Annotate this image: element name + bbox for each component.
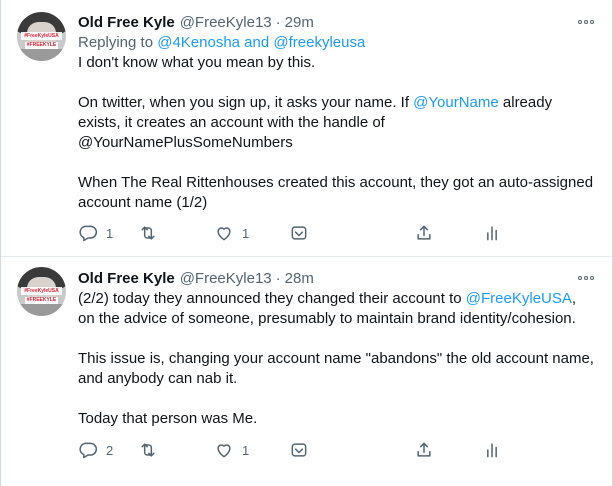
tweet-paragraph: On twitter, when you sign up, it asks yo…: [78, 94, 553, 151]
user-handle[interactable]: @FreeKyle13: [180, 14, 272, 31]
display-name[interactable]: Old Free Kyle: [78, 270, 175, 287]
avatar-caption-1: #FreeKyleUSA: [21, 32, 62, 40]
heart-icon: [217, 227, 231, 241]
reply-button[interactable]: 2: [78, 439, 113, 461]
share-icon: [417, 442, 431, 457]
analytics-icon: [487, 443, 497, 458]
tweet-paragraph: I don't know what you mean by this.: [78, 54, 316, 71]
retweet-icon: [141, 226, 155, 240]
tweet-paragraph: (2/2) today they announced they changed …: [78, 290, 577, 327]
retweet-button[interactable]: [138, 439, 166, 461]
analytics-button[interactable]: [482, 439, 502, 461]
share-button[interactable]: [414, 222, 434, 244]
tweet-paragraph: This issue is, changing your account nam…: [78, 350, 594, 387]
avatar-caption-1: #FreeKyleUSA: [21, 287, 62, 295]
reply-icon: [79, 225, 98, 242]
heart-icon: [217, 444, 231, 458]
tweet-content: Old Free Kyle @FreeKyle13 · 29m Replying…: [78, 12, 596, 213]
action-bar: 1 1: [78, 222, 596, 244]
avatar[interactable]: #FreeKyleUSA #FREEKYLE: [17, 267, 66, 316]
avatar-caption-2: #FREEKYLE: [25, 42, 58, 49]
tip-button[interactable]: [289, 439, 309, 461]
tweet-paragraph: Today that person was Me.: [78, 410, 258, 427]
tweet-header: Old Free Kyle @FreeKyle13 · 29m: [78, 12, 596, 32]
like-button[interactable]: 1: [214, 222, 249, 244]
mention-link[interactable]: @FreeKyleUSA: [466, 290, 572, 307]
more-options-icon[interactable]: [576, 270, 596, 286]
replying-to: Replying to @4Kenosha and @freekyleusa: [78, 33, 596, 53]
reply-count: 1: [106, 225, 114, 241]
tweet-1[interactable]: #FreeKyleUSA #FREEKYLE Old Free Kyle @Fr…: [1, 0, 612, 257]
timestamp[interactable]: 29m: [285, 14, 314, 31]
analytics-icon: [487, 226, 497, 241]
tweet-2[interactable]: #FreeKyleUSA #FREEKYLE Old Free Kyle @Fr…: [1, 257, 612, 486]
avatar-caption-2: #FREEKYLE: [25, 297, 58, 304]
share-button[interactable]: [414, 439, 434, 461]
avatar[interactable]: #FreeKyleUSA #FREEKYLE: [17, 12, 66, 61]
reply-button[interactable]: 1: [78, 222, 113, 244]
replying-prefix: Replying to: [78, 34, 154, 51]
analytics-button[interactable]: [482, 222, 502, 244]
like-count: 1: [242, 225, 250, 241]
reply-count: 2: [106, 442, 114, 458]
tweet-header: Old Free Kyle @FreeKyle13 · 28m: [78, 268, 596, 288]
user-handle[interactable]: @FreeKyle13: [180, 270, 272, 287]
tweet-thread: #FreeKyleUSA #FREEKYLE Old Free Kyle @Fr…: [0, 0, 613, 486]
tip-jar-icon: [291, 443, 307, 457]
tweet-paragraph: When The Real Rittenhouses created this …: [78, 174, 594, 211]
replying-to-link[interactable]: @4Kenosha and @freekyleusa: [157, 34, 365, 51]
more-options-icon[interactable]: [576, 14, 596, 30]
retweet-button[interactable]: [138, 222, 166, 244]
like-button[interactable]: 1: [214, 439, 249, 461]
mention-link[interactable]: @YourName: [413, 94, 499, 111]
display-name[interactable]: Old Free Kyle: [78, 14, 175, 31]
timestamp[interactable]: 28m: [285, 270, 314, 287]
tweet-text: I don't know what you mean by this. On t…: [78, 53, 596, 213]
action-bar: 2 1: [78, 439, 596, 461]
retweet-icon: [141, 443, 155, 457]
tweet-content: Old Free Kyle @FreeKyle13 · 28m (2/2) to…: [78, 268, 596, 429]
like-count: 1: [242, 442, 250, 458]
separator: ·: [275, 13, 281, 31]
tip-jar-icon: [291, 226, 307, 240]
reply-icon: [79, 442, 98, 459]
tweet-text: (2/2) today they announced they changed …: [78, 289, 596, 429]
tip-button[interactable]: [289, 222, 309, 244]
share-icon: [417, 225, 431, 240]
separator: ·: [275, 269, 281, 287]
